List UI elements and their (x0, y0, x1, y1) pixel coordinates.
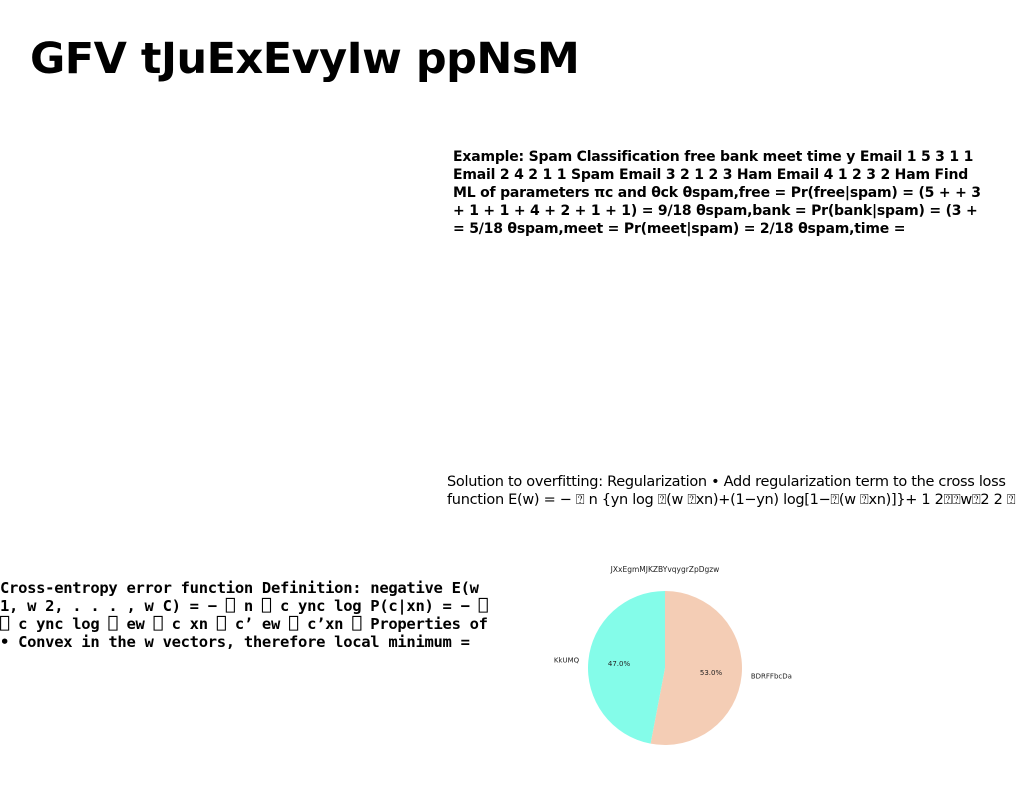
pie-percent-label-0: 53.0% (700, 669, 723, 677)
pie-chart: 53.0% BDRFFbcDa 47.0% KkUMQ JXxEgmMJKZBYvqyg… (540, 558, 810, 768)
pie-chart-title: JXxEgmMJKZBYvqygrZpDgzw (610, 565, 720, 574)
pie-chart-svg: 53.0% BDRFFbcDa 47.0% KkUMQ JXxEgmMJKZBYvqyg… (554, 565, 792, 745)
regularization-text: Solution to overfitting: Regularization … (447, 474, 1016, 508)
slide-title: GFV tJuExEvyIw ppNsM (30, 34, 580, 84)
pie-percent-label-1: 47.0% (608, 660, 631, 668)
cross-entropy-text: Cross-entropy error function Definition:… (0, 579, 488, 651)
pie-category-label-0: BDRFFbcDa (751, 673, 792, 681)
spam-classification-text: Example: Spam Classification free bank m… (453, 149, 981, 237)
pie-category-label-1: KkUMQ (554, 656, 580, 664)
